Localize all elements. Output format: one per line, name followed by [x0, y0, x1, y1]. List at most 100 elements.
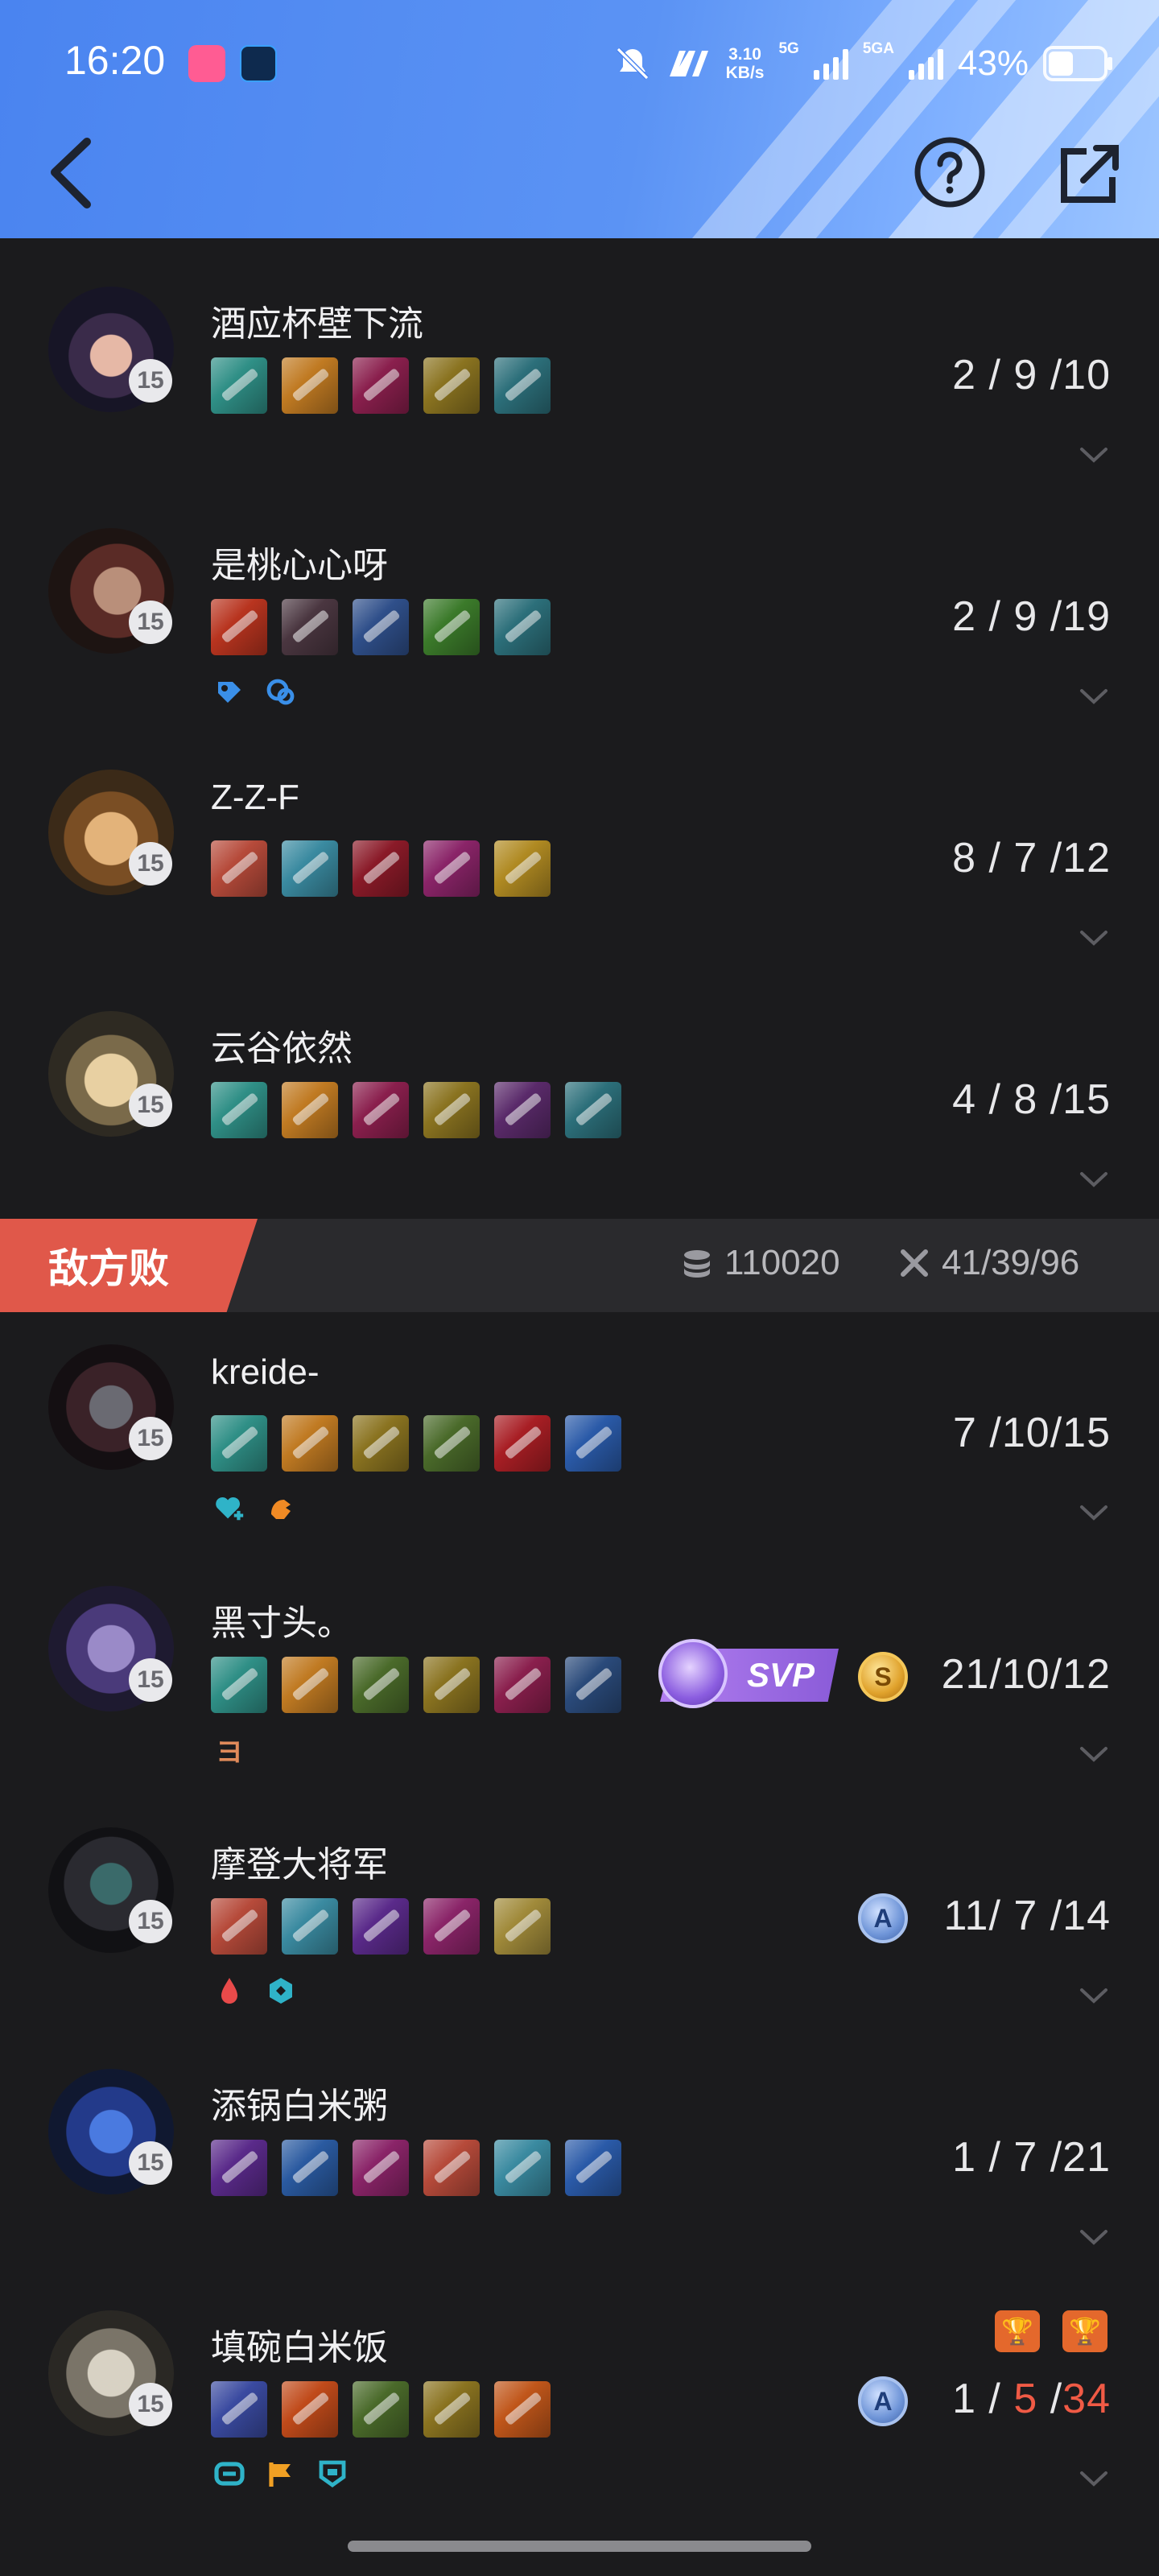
crossed-swords-icon — [901, 1249, 928, 1277]
signal-label-1: 5G — [778, 40, 799, 57]
gold-coins-icon — [684, 1250, 710, 1278]
kda-text: 21/10/12 — [941, 1651, 1111, 1698]
flag-tag-icon — [262, 2455, 299, 2492]
player-row[interactable]: 15 是桃心心呀 2 / 9 /19 — [0, 480, 1159, 721]
chevron-down-icon[interactable] — [1077, 2225, 1111, 2249]
item-list — [211, 2381, 551, 2438]
item-icon — [565, 1657, 621, 1713]
tag-list — [211, 2455, 351, 2492]
kda-text: 8 / 7 /12 — [952, 835, 1111, 881]
app-notification-icon — [188, 45, 225, 82]
trophy-icon: 🏆 — [1062, 2310, 1107, 2352]
item-icon — [423, 1415, 480, 1472]
battery-icon — [1043, 46, 1112, 81]
signal-bars-icon — [908, 47, 943, 80]
item-icon — [353, 1415, 409, 1472]
shield-tag-icon — [211, 673, 248, 710]
team-kda-value: 41/39/96 — [942, 1243, 1080, 1282]
item-list — [211, 599, 551, 655]
item-icon — [494, 2140, 551, 2196]
player-name: 是桃心心呀 — [211, 546, 388, 585]
carrier-logo-icon — [669, 51, 708, 76]
item-icon — [494, 599, 551, 655]
item-icon — [211, 1082, 267, 1138]
item-icon — [282, 357, 338, 414]
item-icon — [211, 357, 267, 414]
kda-text: 4 / 8 /15 — [952, 1076, 1111, 1123]
item-icon — [423, 1657, 480, 1713]
blood-drop-tag-icon — [211, 1972, 248, 2009]
heart-plus-tag-icon — [211, 1489, 248, 1526]
team-gold-value: 110020 — [724, 1243, 840, 1282]
player-name: 添锅白米粥 — [211, 2087, 388, 2126]
item-icon — [494, 357, 551, 414]
a-rank-badge-icon: A — [858, 2376, 908, 2426]
tag-list — [211, 673, 299, 710]
level-badge: 15 — [129, 1084, 172, 1127]
player-row[interactable]: 15 云谷依然 4 / 8 /15 — [0, 963, 1159, 1204]
item-icon — [353, 2381, 409, 2438]
status-bar: 16:20 3.10 KB/s 5G 5GA 43% — [0, 0, 1159, 129]
item-icon — [423, 2140, 480, 2196]
item-icon — [211, 599, 267, 655]
chevron-down-icon[interactable] — [1077, 684, 1111, 708]
header: 16:20 3.10 KB/s 5G 5GA 43% — [0, 0, 1159, 238]
item-icon — [494, 840, 551, 897]
svp-gem-icon — [658, 1639, 728, 1708]
kda-text: 7 /10/15 — [953, 1410, 1111, 1456]
player-row[interactable]: 15 kreide- 7 /10/15 — [0, 1296, 1159, 1538]
chevron-down-icon[interactable] — [1077, 1167, 1111, 1191]
chevron-down-icon[interactable] — [1077, 926, 1111, 950]
item-icon — [423, 1898, 480, 1955]
item-icon — [494, 2381, 551, 2438]
player-name: 酒应杯壁下流 — [211, 304, 423, 344]
chevron-down-icon[interactable] — [1077, 443, 1111, 467]
kda-text: 1 / 5 /34 — [952, 2376, 1111, 2422]
ward-tag-icon — [211, 2455, 248, 2492]
level-badge: 15 — [129, 1417, 172, 1460]
back-arrow-icon[interactable] — [39, 129, 103, 217]
item-list — [211, 1082, 621, 1138]
kda-text: 2 / 9 /10 — [952, 352, 1111, 398]
item-icon — [282, 840, 338, 897]
player-row[interactable]: 15 Z-Z-F 8 / 7 /12 — [0, 721, 1159, 963]
kda-text: 1 / 7 /21 — [952, 2134, 1111, 2181]
question-circle-icon[interactable] — [913, 135, 987, 209]
item-icon — [211, 2140, 267, 2196]
shield-gem-tag-icon — [262, 1972, 299, 2009]
item-icon — [211, 1415, 267, 1472]
triple-kill-tag: ヨ — [216, 1736, 243, 1768]
item-icon — [423, 357, 480, 414]
item-icon — [353, 840, 409, 897]
level-badge: 15 — [129, 2141, 172, 2185]
mute-bell-icon — [616, 47, 649, 80]
player-row[interactable]: 15 添锅白米粥 1 / 7 /21 — [0, 2021, 1159, 2262]
item-icon — [353, 1082, 409, 1138]
home-indicator[interactable] — [348, 2541, 811, 2552]
share-external-icon[interactable] — [1051, 135, 1128, 213]
item-icon — [282, 1898, 338, 1955]
link-tag-icon — [262, 673, 299, 710]
item-icon — [353, 1657, 409, 1713]
battery-percent: 43% — [957, 43, 1029, 83]
chevron-down-icon[interactable] — [1077, 1984, 1111, 2008]
player-row[interactable]: 15 酒应杯壁下流 2 / 9 /10 — [0, 238, 1159, 480]
item-list — [211, 1415, 621, 1472]
tag-list: ヨ — [211, 1731, 248, 1768]
player-row[interactable]: 15 黑寸头。 ヨ SVP S 21/10/12 — [0, 1538, 1159, 1779]
item-icon — [423, 1082, 480, 1138]
item-icon — [494, 1657, 551, 1713]
chevron-down-icon[interactable] — [1077, 1742, 1111, 1766]
player-row[interactable]: 15 摩登大将军 A 11/ 7 /14 — [0, 1779, 1159, 2021]
item-icon — [565, 2140, 621, 2196]
level-badge: 15 — [129, 2383, 172, 2426]
item-icon — [494, 1415, 551, 1472]
item-icon — [423, 840, 480, 897]
item-icon — [211, 1898, 267, 1955]
player-row[interactable]: 15 填碗白米饭 A 1 / 5 /34 — [0, 2262, 1159, 2504]
item-icon — [353, 1898, 409, 1955]
item-icon — [282, 1657, 338, 1713]
chevron-down-icon[interactable] — [1077, 2467, 1111, 2491]
chevron-down-icon[interactable] — [1077, 1501, 1111, 1525]
player-name: Z-Z-F — [211, 778, 299, 817]
